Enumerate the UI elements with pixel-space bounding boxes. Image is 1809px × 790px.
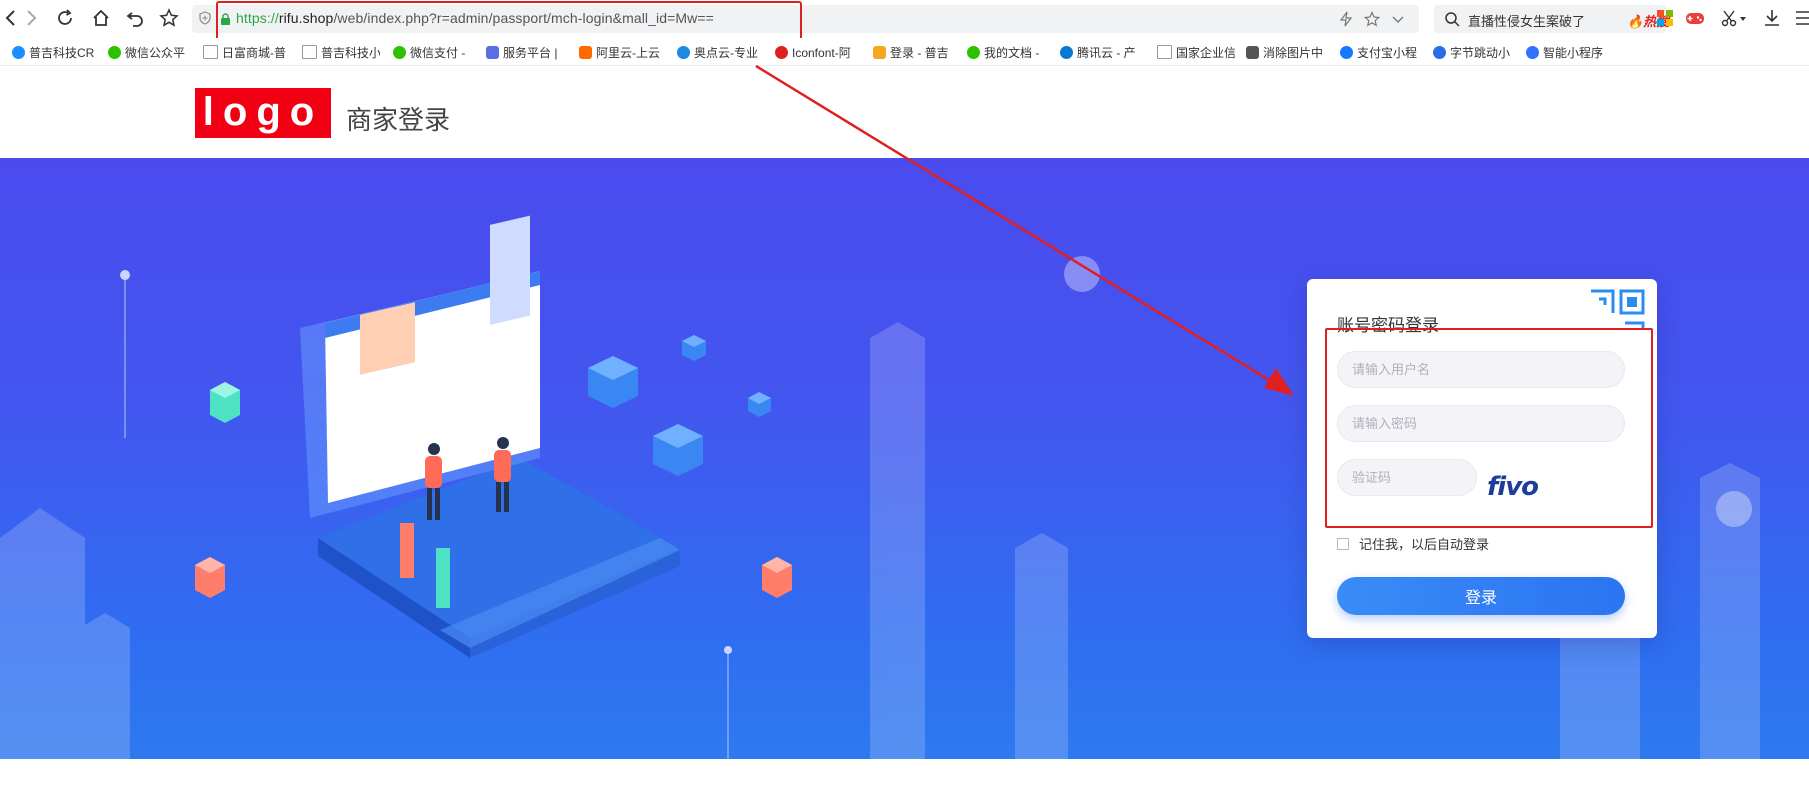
cube-shape bbox=[210, 382, 240, 423]
search-icon[interactable] bbox=[1444, 11, 1460, 27]
bookmark-item[interactable]: 服务平台 | bbox=[486, 44, 560, 60]
bookmark-item[interactable]: 普吉科技CR bbox=[12, 44, 98, 60]
menu-icon[interactable] bbox=[1794, 8, 1809, 28]
scissors-icon[interactable] bbox=[1720, 8, 1740, 28]
form-annotation-box bbox=[1325, 328, 1653, 528]
remember-label: 记住我，以后自动登录 bbox=[1359, 537, 1490, 552]
login-button[interactable]: 登录 bbox=[1337, 577, 1625, 615]
bookmark-label: 阿里云-上云 bbox=[596, 45, 660, 60]
undo-icon[interactable] bbox=[124, 7, 146, 29]
bookmark-item[interactable]: 消除图片中 bbox=[1246, 44, 1330, 60]
browser-toolbar: https://rifu.shop/web/index.php?r=admin/… bbox=[0, 0, 1809, 41]
page-header: logo 商家登录 bbox=[0, 66, 1809, 158]
login-bookmark-icon bbox=[873, 45, 886, 59]
bookmark-label: 微信支付 - bbox=[410, 45, 466, 60]
forward-icon[interactable] bbox=[20, 7, 42, 29]
page-icon bbox=[203, 45, 218, 59]
light-pole bbox=[120, 270, 130, 438]
lightning-icon[interactable] bbox=[1338, 11, 1354, 27]
bookmark-item[interactable]: 日富商城-普 bbox=[203, 44, 287, 60]
wechat-pay-icon bbox=[393, 45, 406, 59]
aliyun-icon bbox=[579, 45, 592, 59]
page-icon bbox=[302, 45, 317, 59]
star-icon[interactable] bbox=[158, 7, 180, 29]
back-icon[interactable] bbox=[0, 7, 22, 29]
cube-shape bbox=[653, 424, 703, 476]
bookmark-label: 智能小程序 bbox=[1543, 45, 1604, 60]
alipay-icon bbox=[1340, 45, 1353, 59]
bookmark-label: 普吉科技CR bbox=[29, 45, 95, 60]
sphere-shape bbox=[1716, 491, 1752, 527]
bookmark-label: 登录 - 普吉 bbox=[890, 45, 949, 60]
bookmark-label: 服务平台 | bbox=[503, 45, 558, 60]
url-annotation-box bbox=[216, 1, 802, 41]
bookmark-label: 字节跳动小 bbox=[1450, 45, 1511, 60]
shield-icon[interactable] bbox=[198, 11, 212, 25]
tencent-cloud-icon bbox=[1060, 45, 1073, 59]
bookmark-item[interactable]: 智能小程序 bbox=[1526, 44, 1606, 60]
bar-shape bbox=[400, 523, 414, 578]
bookmark-label: 微信公众平 bbox=[125, 45, 186, 60]
wechat-icon bbox=[108, 45, 121, 59]
bar-shape bbox=[436, 548, 450, 608]
bookmark-item[interactable]: 阿里云-上云 bbox=[579, 44, 663, 60]
cube-shape bbox=[748, 392, 771, 417]
bookmark-label: 腾讯云 - 产 bbox=[1077, 45, 1136, 60]
bookmark-label: 普吉科技小 bbox=[321, 45, 380, 60]
apps-grid-icon[interactable] bbox=[1655, 8, 1675, 28]
bookmark-label: 支付宝小程 bbox=[1357, 45, 1418, 60]
bookmark-item[interactable]: 微信支付 - bbox=[393, 44, 473, 60]
bookmark-label: Iconfont-阿 bbox=[792, 45, 851, 60]
iconfont-icon bbox=[775, 45, 788, 59]
cloud-icon bbox=[677, 45, 690, 59]
home-icon[interactable] bbox=[90, 7, 112, 29]
light-pole bbox=[724, 646, 732, 759]
sphere-shape bbox=[1064, 256, 1100, 292]
gamepad-icon[interactable] bbox=[1685, 8, 1705, 28]
bookmark-star-icon[interactable] bbox=[1364, 11, 1380, 27]
bookmark-label: 日富商城-普 bbox=[222, 45, 286, 60]
bookmark-item[interactable]: Iconfont-阿 bbox=[775, 44, 859, 60]
chevron-down-icon[interactable] bbox=[1390, 11, 1406, 27]
cube-shape bbox=[682, 335, 706, 361]
download-icon[interactable] bbox=[1762, 8, 1782, 28]
bookmarks-bar: 普吉科技CR 微信公众平 日富商城-普 普吉科技小 微信支付 - 服务平台 | … bbox=[0, 38, 1809, 66]
remember-checkbox[interactable] bbox=[1337, 537, 1349, 550]
bookmark-label: 我的文档 - bbox=[984, 45, 1040, 60]
page-footer-strip bbox=[0, 759, 1809, 790]
layers-icon bbox=[1246, 45, 1259, 59]
bookmark-item[interactable]: 腾讯云 - 产 bbox=[1060, 44, 1140, 60]
bookmark-item[interactable]: 微信公众平 bbox=[108, 44, 193, 60]
bookmark-item[interactable]: 登录 - 普吉 bbox=[873, 44, 953, 60]
cube-shape bbox=[195, 557, 225, 598]
bookmark-item[interactable]: 字节跳动小 bbox=[1433, 44, 1513, 60]
grid-dots-icon bbox=[486, 45, 499, 59]
bytedance-icon bbox=[1433, 45, 1446, 59]
bookmark-item[interactable]: 国家企业信 bbox=[1157, 44, 1235, 60]
cube-shape bbox=[762, 557, 792, 598]
search-box[interactable]: 直播性侵女生案破了 🔥热搜 bbox=[1434, 5, 1669, 33]
reload-icon[interactable] bbox=[54, 7, 76, 29]
bookmark-item[interactable]: 支付宝小程 bbox=[1340, 44, 1420, 60]
cube-shape bbox=[588, 356, 638, 408]
bookmark-label: 消除图片中 bbox=[1263, 45, 1324, 60]
bookmark-label: 奥点云-专业 bbox=[694, 45, 758, 60]
bookmark-label: 国家企业信 bbox=[1176, 45, 1235, 60]
document-icon bbox=[967, 45, 980, 59]
bookmark-item[interactable]: 我的文档 - bbox=[967, 44, 1043, 60]
search-suggestion[interactable]: 直播性侵女生案破了 bbox=[1468, 11, 1585, 30]
page-icon bbox=[1157, 45, 1172, 59]
page-title: 商家登录 bbox=[346, 105, 451, 135]
site-logo[interactable]: logo bbox=[195, 88, 331, 138]
bookmark-item[interactable]: 奥点云-专业 bbox=[677, 44, 763, 60]
bookmark-icon bbox=[12, 45, 25, 59]
remember-me[interactable]: 记住我，以后自动登录 bbox=[1337, 534, 1489, 553]
paw-icon bbox=[1526, 45, 1539, 59]
bookmark-item[interactable]: 普吉科技小 bbox=[302, 44, 380, 60]
scissors-dropdown-icon[interactable] bbox=[1738, 14, 1748, 24]
